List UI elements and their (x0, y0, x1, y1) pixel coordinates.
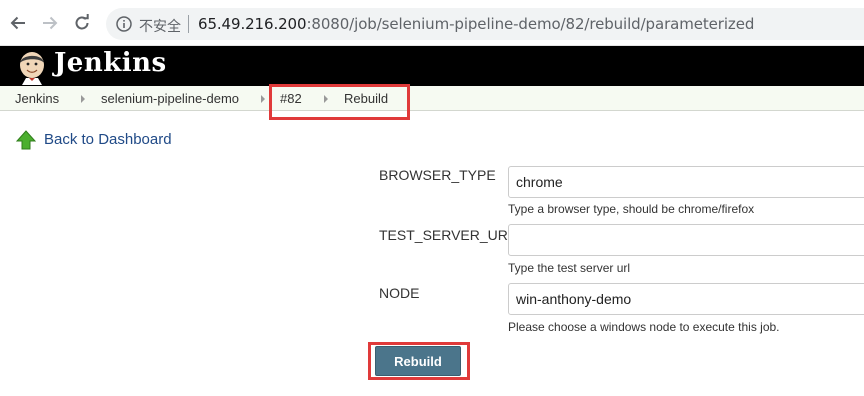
breadcrumb-item-job[interactable]: selenium-pipeline-demo (101, 91, 239, 106)
chevron-right-icon[interactable] (81, 95, 85, 103)
jenkins-header: Jenkins (0, 46, 864, 86)
url-path: :8080/job/selenium-pipeline-demo/82/rebu… (306, 15, 755, 33)
forward-arrow-icon[interactable] (40, 13, 60, 33)
node-input[interactable] (508, 283, 864, 315)
address-divider (188, 15, 189, 33)
not-secure-label: 不安全 (139, 19, 181, 35)
browser-toolbar: 不安全 65.49.216.200:8080/job/selenium-pipe… (0, 0, 864, 46)
param-desc-browser-type: Type a browser type, should be chrome/fi… (508, 202, 755, 216)
green-up-arrow-icon[interactable] (16, 130, 36, 150)
back-arrow-icon[interactable] (8, 13, 28, 33)
address-bar[interactable]: 不安全 65.49.216.200:8080/job/selenium-pipe… (106, 8, 864, 40)
param-name-node: NODE (379, 285, 420, 301)
rebuild-button[interactable]: Rebuild (375, 346, 461, 376)
url-host: 65.49.216.200 (198, 15, 307, 33)
reload-icon[interactable] (72, 13, 92, 33)
param-desc-node: Please choose a windows node to execute … (508, 320, 780, 334)
info-icon[interactable] (116, 16, 132, 32)
param-name-test-server-url: TEST_SERVER_URL (379, 227, 516, 243)
param-desc-test-server-url: Type the test server url (508, 261, 631, 275)
param-name-browser-type: BROWSER_TYPE (379, 167, 496, 183)
jenkins-butler-logo[interactable] (14, 49, 50, 85)
breadcrumb: Jenkins selenium-pipeline-demo #82 Rebui… (0, 86, 864, 111)
highlight-box-breadcrumb (269, 84, 410, 120)
back-to-dashboard-label[interactable]: Back to Dashboard (44, 131, 172, 148)
breadcrumb-item-jenkins[interactable]: Jenkins (15, 91, 59, 106)
jenkins-title[interactable]: Jenkins (54, 48, 167, 78)
test-server-url-input[interactable] (508, 224, 864, 256)
chevron-right-icon[interactable] (261, 95, 265, 103)
url-text[interactable]: 65.49.216.200:8080/job/selenium-pipeline… (198, 15, 754, 33)
browser-type-input[interactable] (508, 166, 864, 198)
